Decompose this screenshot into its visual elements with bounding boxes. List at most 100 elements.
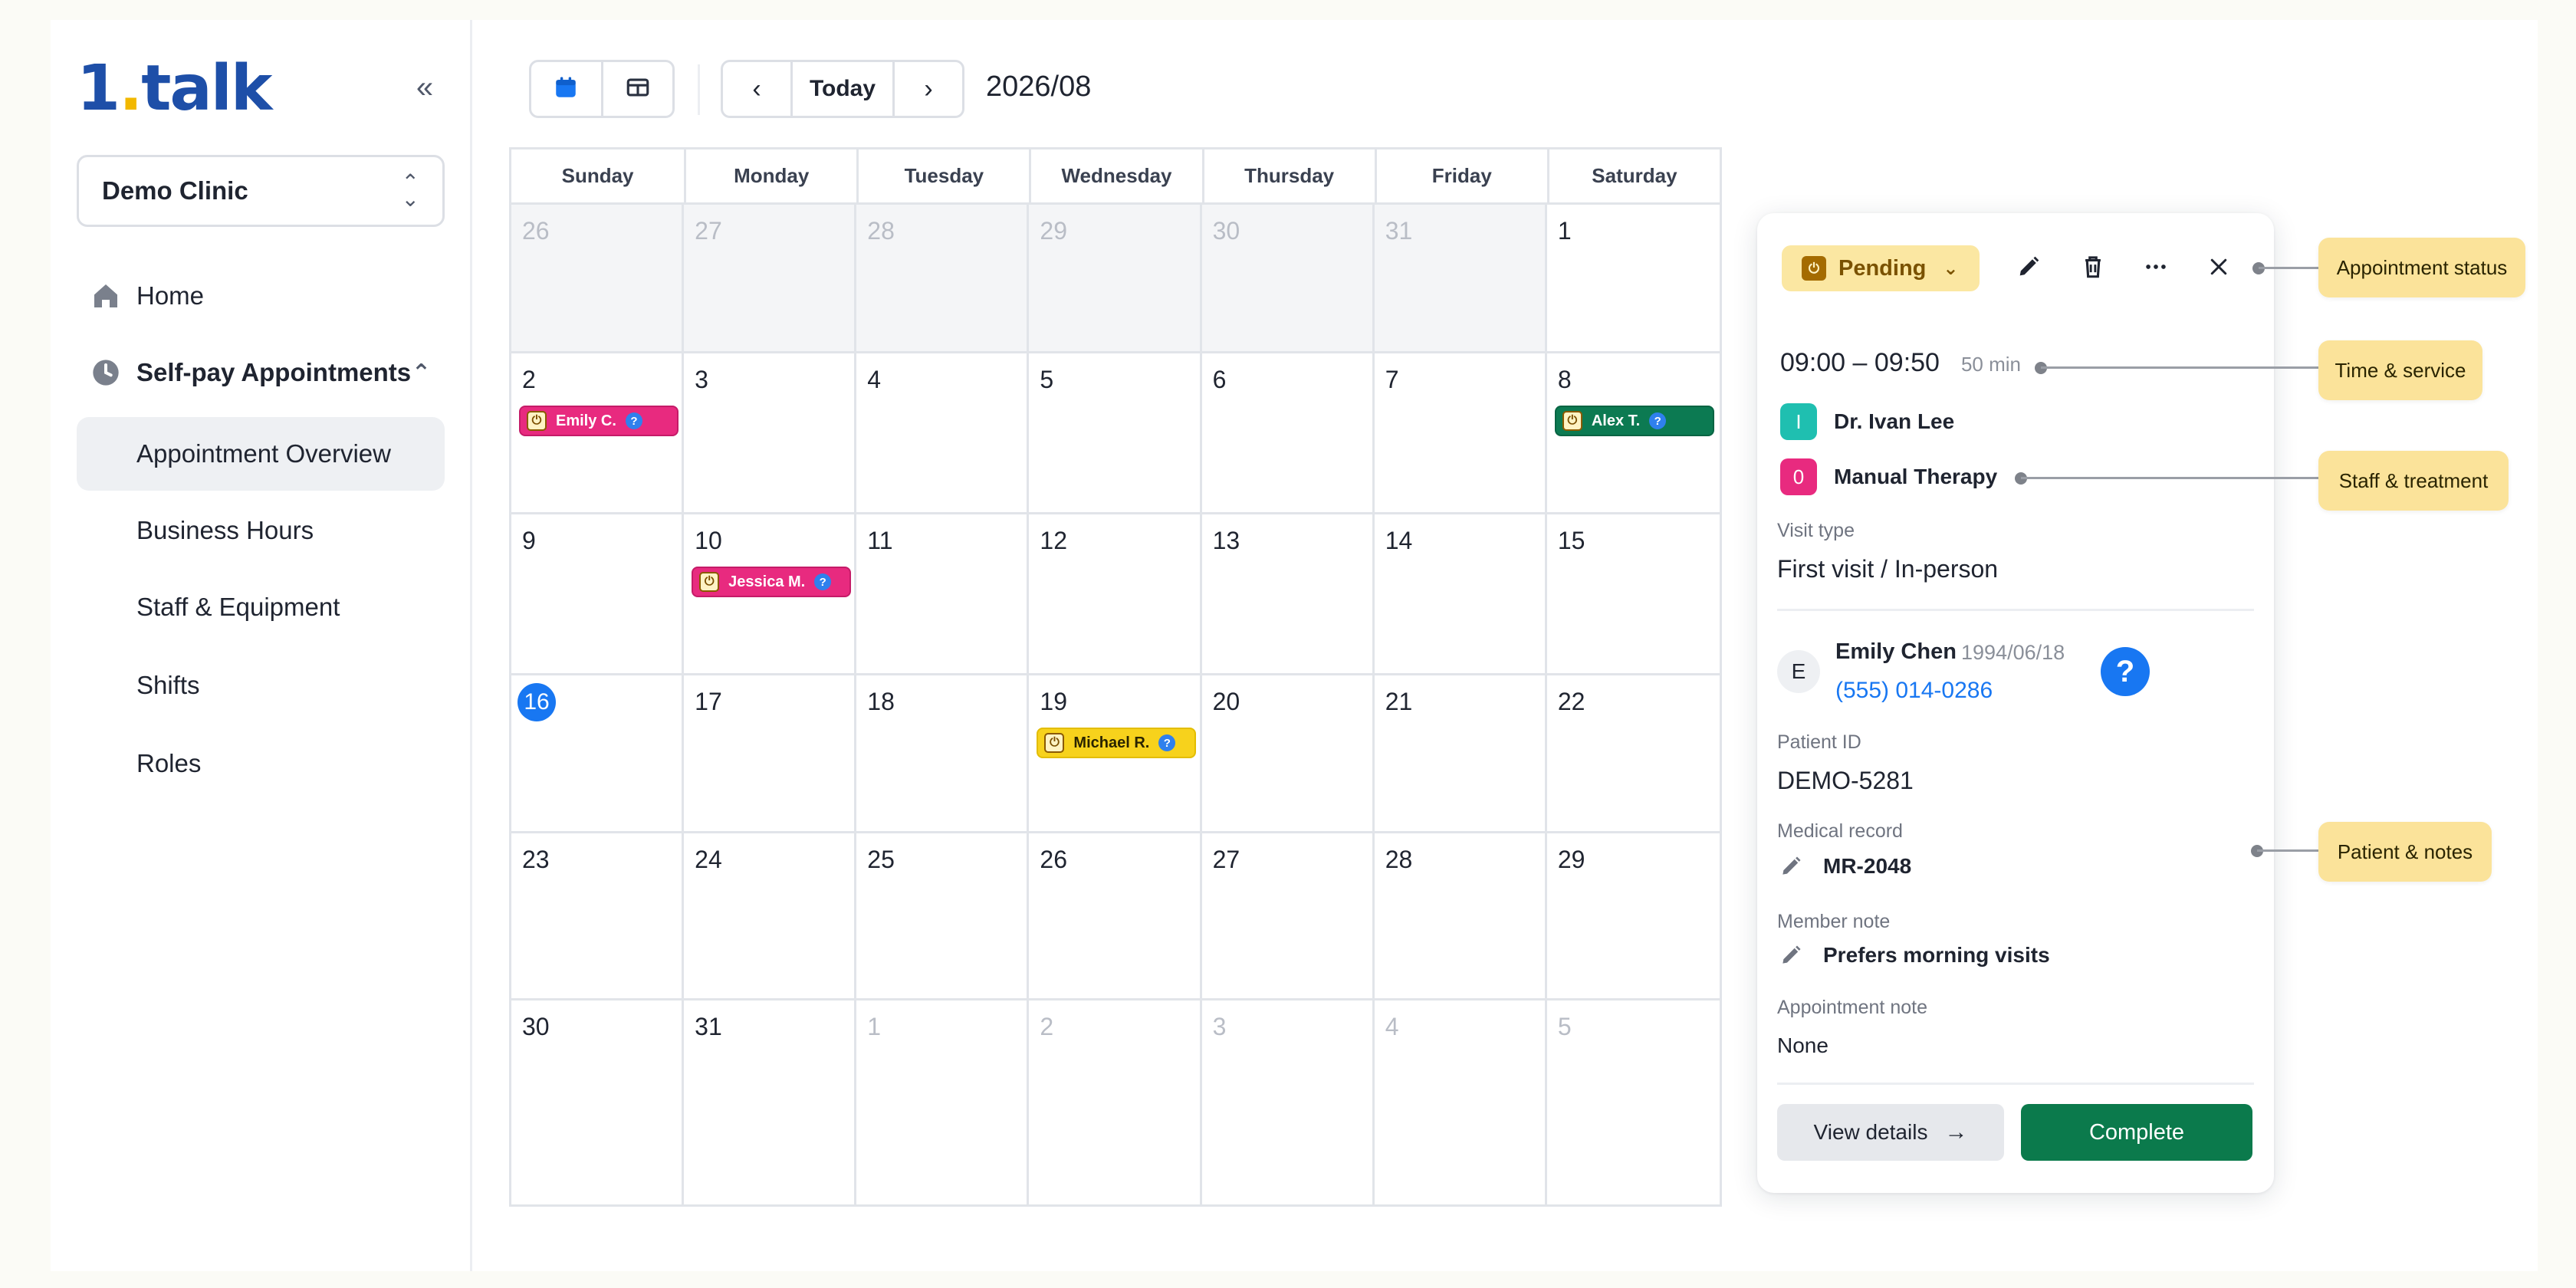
collapse-sidebar-button[interactable]: « (405, 67, 445, 107)
event-patient-label: Jessica M. (728, 573, 806, 590)
day-cell[interactable]: 2 ⏻ Emily C. ? (511, 353, 685, 514)
day-cell[interactable]: 7 (1374, 353, 1547, 514)
arrow-right-icon: → (1944, 1119, 1968, 1145)
day-cell[interactable]: 12 (1029, 514, 1202, 675)
sidebar-item-appointment-overview[interactable]: Appointment Overview (77, 417, 445, 491)
day-cell[interactable]: 6 (1201, 353, 1375, 514)
pencil-icon (1777, 853, 1805, 880)
day-cell[interactable]: 30 (511, 1001, 685, 1204)
weekday-header: Sunday Monday Tuesday Wednesday Thursday… (511, 150, 1720, 205)
day-cell[interactable]: 28 (856, 205, 1030, 353)
patient-dob: 1994/06/18 (1961, 641, 2065, 664)
treatment-row: 0 Manual Therapy (1780, 458, 1997, 495)
day-number: 30 (522, 1013, 550, 1040)
day-cell[interactable]: 8 ⏻ Alex T. ? (1546, 353, 1720, 514)
day-cell[interactable]: 20 (1201, 675, 1375, 833)
edit-button[interactable] (2010, 250, 2047, 287)
view-details-button[interactable]: View details → (1777, 1104, 2004, 1161)
day-cell[interactable]: 5 (1547, 1001, 1720, 1204)
sidebar-item-business-hours[interactable]: Business Hours (77, 494, 445, 567)
day-number: 5 (1040, 366, 1054, 393)
today-button[interactable]: Today (790, 62, 895, 116)
member-note-row[interactable]: Prefers morning visits (1777, 941, 2050, 969)
day-cell[interactable]: 24 (684, 833, 857, 1001)
next-month-button[interactable]: › (895, 62, 962, 116)
medical-record-row[interactable]: MR-2048 (1777, 853, 1911, 880)
weekday-label: Wednesday (1029, 150, 1201, 202)
sidebar-item-home[interactable]: Home (77, 259, 445, 333)
day-cell[interactable]: 9 (511, 514, 685, 675)
day-cell[interactable]: 31 (1374, 205, 1547, 353)
day-cell[interactable]: 4 (856, 353, 1030, 514)
day-cell[interactable]: 26 (1029, 833, 1202, 1001)
visit-type-value: First visit / In-person (1777, 555, 1999, 583)
day-cell[interactable]: 22 (1546, 675, 1720, 833)
day-number: 26 (522, 217, 550, 245)
prev-month-button[interactable]: ‹ (723, 62, 790, 116)
button-label: Complete (2088, 1119, 2185, 1145)
sidebar-item-staff-equipment[interactable]: Staff & Equipment (77, 570, 445, 644)
delete-button[interactable] (2075, 250, 2111, 287)
day-cell[interactable]: 27 (1201, 833, 1375, 1001)
day-cell[interactable]: 3 (684, 353, 857, 514)
day-cell[interactable]: 5 (1029, 353, 1202, 514)
clinic-selector[interactable]: Demo Clinic ⌃ ⌄ (77, 155, 445, 227)
day-cell[interactable]: 23 (511, 833, 685, 1001)
day-cell[interactable]: 28 (1374, 833, 1547, 1001)
close-panel-button[interactable] (2200, 250, 2237, 287)
appointment-note-label: Appointment note (1777, 997, 1927, 1018)
appointment-event[interactable]: ⏻ Michael R. ? (1037, 728, 1197, 758)
day-cell[interactable]: 4 (1375, 1001, 1547, 1204)
day-number: 15 (1557, 527, 1585, 554)
member-note-value: Prefers morning visits (1823, 943, 2050, 967)
calendar-view-button[interactable] (531, 62, 601, 116)
patient-phone-link[interactable]: (555) 014-0286 (1835, 678, 1993, 704)
table-view-button[interactable] (600, 62, 673, 116)
day-cell[interactable]: 2 (1029, 1001, 1202, 1204)
day-cell[interactable]: 13 (1201, 514, 1375, 675)
day-cell[interactable]: 31 (684, 1001, 857, 1204)
event-patient-label: Alex T. (1591, 412, 1641, 429)
help-icon[interactable]: ? (2101, 647, 2150, 696)
day-number: 2 (522, 366, 536, 393)
appointment-event[interactable]: ⏻ Emily C. ? (519, 406, 678, 436)
day-cell[interactable]: 14 (1374, 514, 1547, 675)
day-cell[interactable]: 25 (856, 833, 1030, 1001)
day-cell[interactable]: 11 (856, 514, 1030, 675)
more-options-button[interactable] (2137, 250, 2174, 287)
clinic-name: Demo Clinic (102, 176, 248, 205)
status-dropdown[interactable]: ⏻ Pending ⌄ (1782, 245, 1980, 291)
day-cell[interactable]: 21 (1374, 675, 1547, 833)
day-number: 30 (1212, 217, 1240, 245)
sidebar-item-shifts[interactable]: Shifts (77, 649, 445, 722)
day-number: 21 (1385, 688, 1413, 715)
day-cell[interactable]: 15 (1546, 514, 1720, 675)
day-cell[interactable]: 30 (1201, 205, 1375, 353)
callout-line (2257, 849, 2318, 852)
complete-button[interactable]: Complete (2021, 1104, 2252, 1161)
day-number: 9 (522, 527, 536, 554)
day-cell[interactable]: 29 (1029, 205, 1202, 353)
day-number: 13 (1212, 527, 1240, 554)
day-cell[interactable]: 27 (684, 205, 857, 353)
day-cell[interactable]: 18 (856, 675, 1030, 833)
day-number: 20 (1212, 688, 1240, 715)
sidebar-item-selfpay-appointments[interactable]: Self-pay Appointments ⌃ (77, 336, 445, 409)
chevron-up-icon: ⌃ (411, 360, 431, 386)
day-cell[interactable]: 26 (511, 205, 685, 353)
day-cell[interactable]: 17 (684, 675, 857, 833)
day-number: 7 (1385, 366, 1399, 393)
day-cell[interactable]: 10 ⏻ Jessica M. ? (684, 514, 857, 675)
day-cell-today[interactable]: 16 (511, 675, 685, 833)
day-number: 11 (867, 527, 893, 554)
appointment-event[interactable]: ⏻ Alex T. ? (1554, 406, 1714, 436)
staff-badge: I (1780, 403, 1817, 440)
day-cell[interactable]: 19 ⏻ Michael R. ? (1029, 675, 1202, 833)
day-cell[interactable]: 3 (1202, 1001, 1375, 1204)
sidebar-item-roles[interactable]: Roles (77, 727, 445, 800)
appointment-event[interactable]: ⏻ Jessica M. ? (692, 567, 852, 597)
day-cell[interactable]: 29 (1546, 833, 1720, 1001)
day-number: 2 (1040, 1013, 1054, 1040)
day-cell[interactable]: 1 (1546, 205, 1720, 353)
day-cell[interactable]: 1 (856, 1001, 1030, 1204)
